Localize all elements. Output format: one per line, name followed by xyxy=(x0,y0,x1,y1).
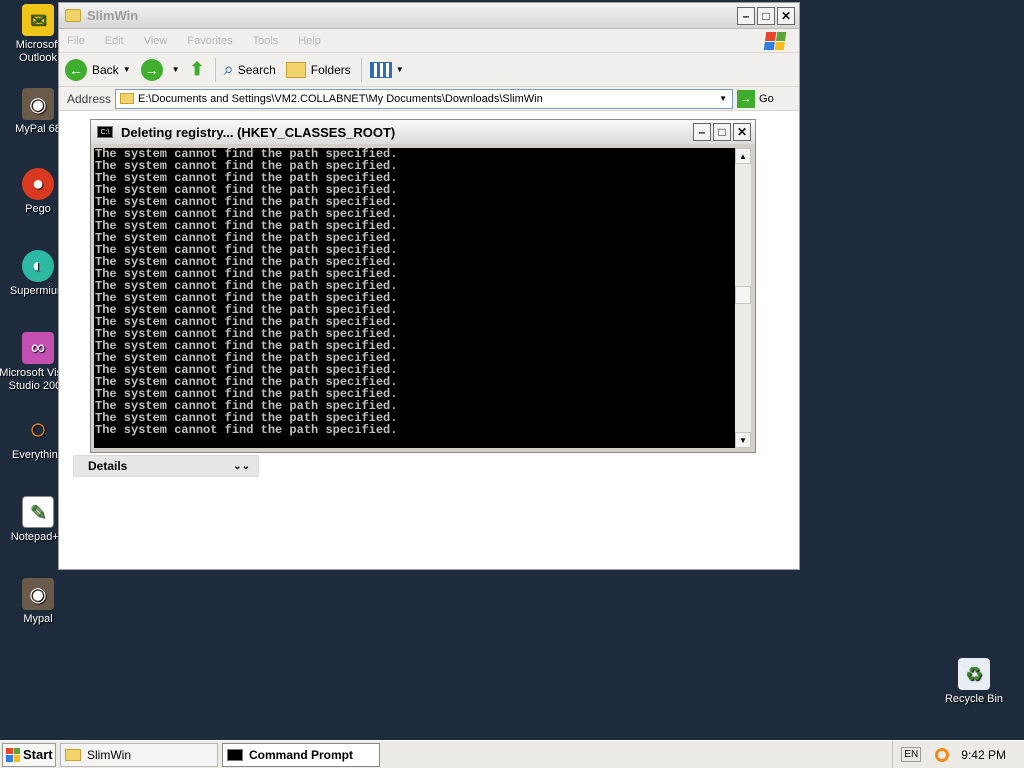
supermium-icon: ◐ xyxy=(22,250,54,282)
pego-icon: ● xyxy=(22,168,54,200)
explorer-title: SlimWin xyxy=(87,8,139,23)
console-titlebar[interactable]: C:\ Deleting registry... (HKEY_CLASSES_R… xyxy=(91,120,755,144)
chevron-down-icon: ▼ xyxy=(122,65,131,74)
desktop-icon-label: Mypal xyxy=(23,613,53,625)
menu-favorites[interactable]: Favorites xyxy=(187,35,232,47)
address-value: E:\Documents and Settings\VM2.COLLABNET\… xyxy=(138,92,543,105)
scroll-up-icon[interactable]: ▲ xyxy=(735,148,751,164)
everything-icon: ○ xyxy=(28,413,48,446)
go-label: Go xyxy=(759,92,774,105)
chevron-down-icon: ▼ xyxy=(395,65,404,74)
back-button[interactable]: ← Back ▼ xyxy=(65,58,131,81)
menu-file[interactable]: File xyxy=(67,35,85,47)
command-prompt-window: C:\ Deleting registry... (HKEY_CLASSES_R… xyxy=(90,119,756,453)
scrollbar-thumb[interactable] xyxy=(735,286,751,304)
address-field[interactable]: E:\Documents and Settings\VM2.COLLABNET\… xyxy=(115,88,734,109)
notepad-icon: ✎ xyxy=(22,496,54,528)
console-line: The system cannot find the path specifie… xyxy=(95,423,398,437)
address-label: Address xyxy=(67,91,112,106)
forward-arrow-icon: → xyxy=(140,58,163,81)
chevron-down-icon: ▼ xyxy=(171,65,180,74)
outlook-icon: ✉ xyxy=(22,4,54,36)
address-bar: Address E:\Documents and Settings\VM2.CO… xyxy=(59,87,799,111)
close-button[interactable]: ✕ xyxy=(733,123,751,141)
chevron-down-icon[interactable]: ▼ xyxy=(716,92,730,106)
maximize-button[interactable]: □ xyxy=(757,6,775,25)
views-icon xyxy=(369,61,392,78)
views-button[interactable]: ▼ xyxy=(369,61,404,78)
taskbar-item-label: SlimWin xyxy=(87,747,131,762)
minimize-button[interactable]: – xyxy=(693,123,711,141)
back-arrow-icon: ← xyxy=(65,58,87,81)
folders-label: Folders xyxy=(310,62,351,77)
folders-button[interactable]: Folders xyxy=(285,61,351,78)
maximize-button[interactable]: □ xyxy=(713,123,731,141)
console-scrollbar[interactable]: ▲ ▼ xyxy=(735,148,751,448)
minimize-button[interactable]: – xyxy=(737,6,755,25)
toolbar-divider xyxy=(214,57,216,82)
toolbar: ← Back ▼ → ▼ ⬆ ⌕ Search Folders ▼ xyxy=(59,53,799,87)
chevron-down-icon[interactable]: ⌄⌄ xyxy=(233,461,250,472)
visual-studio-icon: ∞ xyxy=(22,332,54,364)
close-button[interactable]: ✕ xyxy=(777,6,795,25)
toolbar-divider xyxy=(360,57,362,82)
folder-icon xyxy=(65,748,81,761)
details-panel-header[interactable]: Details ⌄⌄ xyxy=(73,455,259,477)
desktop-icon-recycle-bin[interactable]: ♻ Recycle Bin xyxy=(934,658,1014,706)
back-label: Back xyxy=(92,62,119,77)
details-label: Details xyxy=(88,459,128,473)
console-output[interactable]: The system cannot find the path specifie… xyxy=(94,148,736,448)
menu-help[interactable]: Help xyxy=(298,35,321,47)
taskbar-item-slimwin[interactable]: SlimWin xyxy=(60,742,218,767)
scroll-down-icon[interactable]: ▼ xyxy=(735,432,751,448)
taskbar: Start SlimWin Command Prompt EN 9:42 PM xyxy=(0,740,1024,768)
up-folder-button[interactable]: ⬆ xyxy=(190,59,205,80)
command-prompt-icon xyxy=(227,748,243,761)
folder-icon xyxy=(65,9,81,22)
taskbar-item-label: Command Prompt xyxy=(249,747,354,762)
windows-logo-icon xyxy=(6,747,20,762)
command-prompt-icon: C:\ xyxy=(97,126,113,138)
start-label: Start xyxy=(23,747,53,762)
desktop-icon-mypal[interactable]: ◉ Mypal xyxy=(0,578,78,626)
clock: 9:42 PM xyxy=(961,747,1006,762)
search-icon: ⌕ xyxy=(223,59,234,79)
menu-edit[interactable]: Edit xyxy=(105,35,124,47)
forward-button[interactable]: → ▼ xyxy=(140,58,180,81)
console-title: Deleting registry... (HKEY_CLASSES_ROOT) xyxy=(121,124,396,140)
language-indicator[interactable]: EN xyxy=(901,747,922,762)
menu-bar: File Edit View Favorites Tools Help xyxy=(59,29,799,53)
desktop-icon-label: Recycle Bin xyxy=(944,693,1004,705)
folder-icon xyxy=(120,93,135,104)
raccoon-icon: ◉ xyxy=(22,578,54,610)
taskbar-item-command-prompt[interactable]: Command Prompt xyxy=(222,742,380,767)
windows-logo-icon xyxy=(763,32,787,50)
search-button[interactable]: ⌕ Search xyxy=(224,59,276,80)
explorer-titlebar[interactable]: SlimWin – □ ✕ xyxy=(59,3,799,29)
recycle-bin-icon: ♻ xyxy=(958,658,990,690)
go-arrow-icon: → xyxy=(737,89,756,108)
start-button[interactable]: Start xyxy=(2,742,56,767)
go-button[interactable]: → Go xyxy=(737,89,774,108)
search-label: Search xyxy=(237,62,276,77)
menu-view[interactable]: View xyxy=(144,35,168,47)
folder-icon xyxy=(285,61,306,78)
menu-tools[interactable]: Tools xyxy=(253,35,279,47)
raccoon-icon: ◉ xyxy=(22,88,54,120)
search-tray-icon[interactable] xyxy=(935,747,950,762)
system-tray: EN 9:42 PM xyxy=(892,740,1024,768)
